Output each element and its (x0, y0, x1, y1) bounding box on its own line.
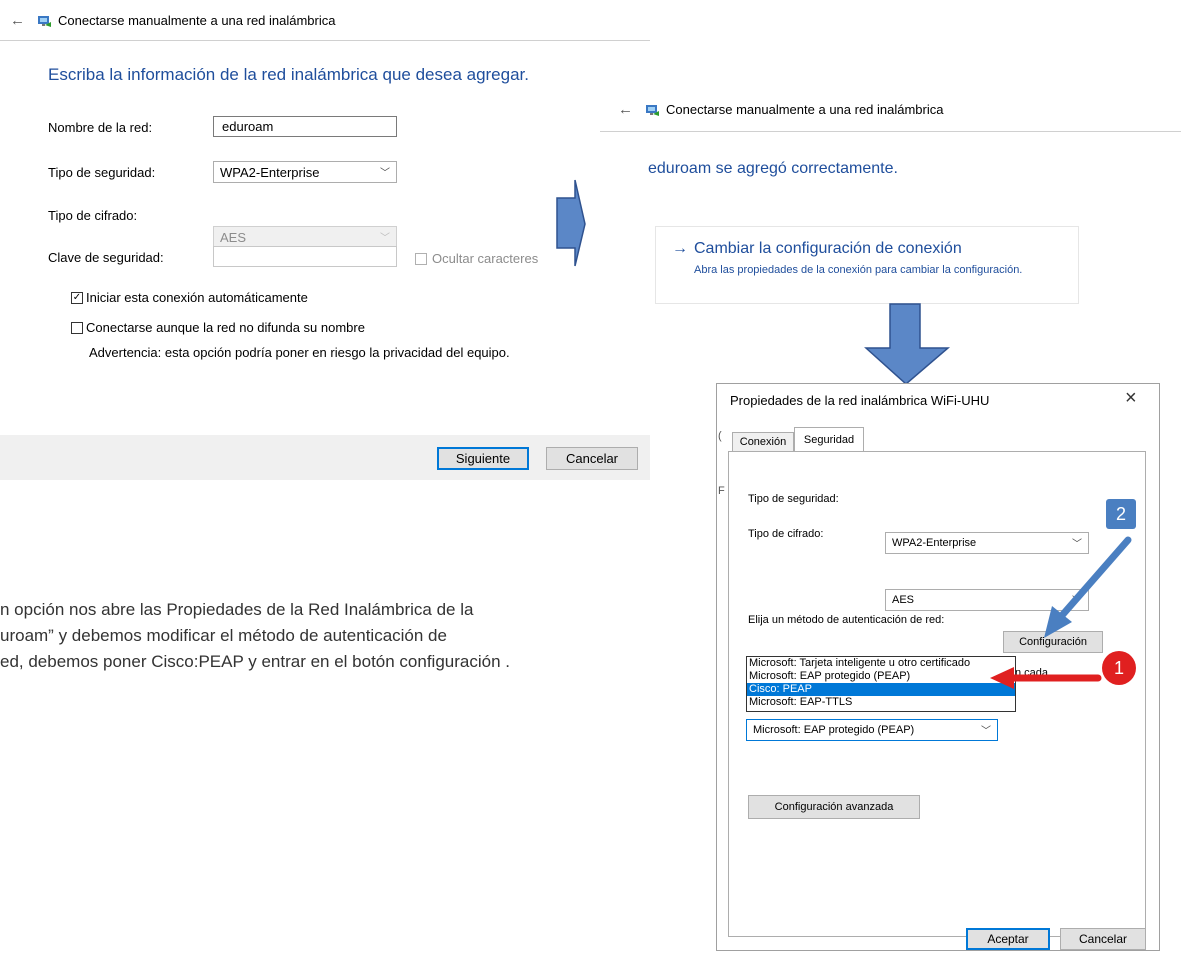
arrow-to-cisco-head (990, 667, 1014, 689)
step-badge-1: 1 (1102, 651, 1136, 685)
step-badge-2: 2 (1106, 499, 1136, 529)
arrow-to-settings (1054, 536, 1132, 624)
callout-arrows (990, 536, 1132, 689)
